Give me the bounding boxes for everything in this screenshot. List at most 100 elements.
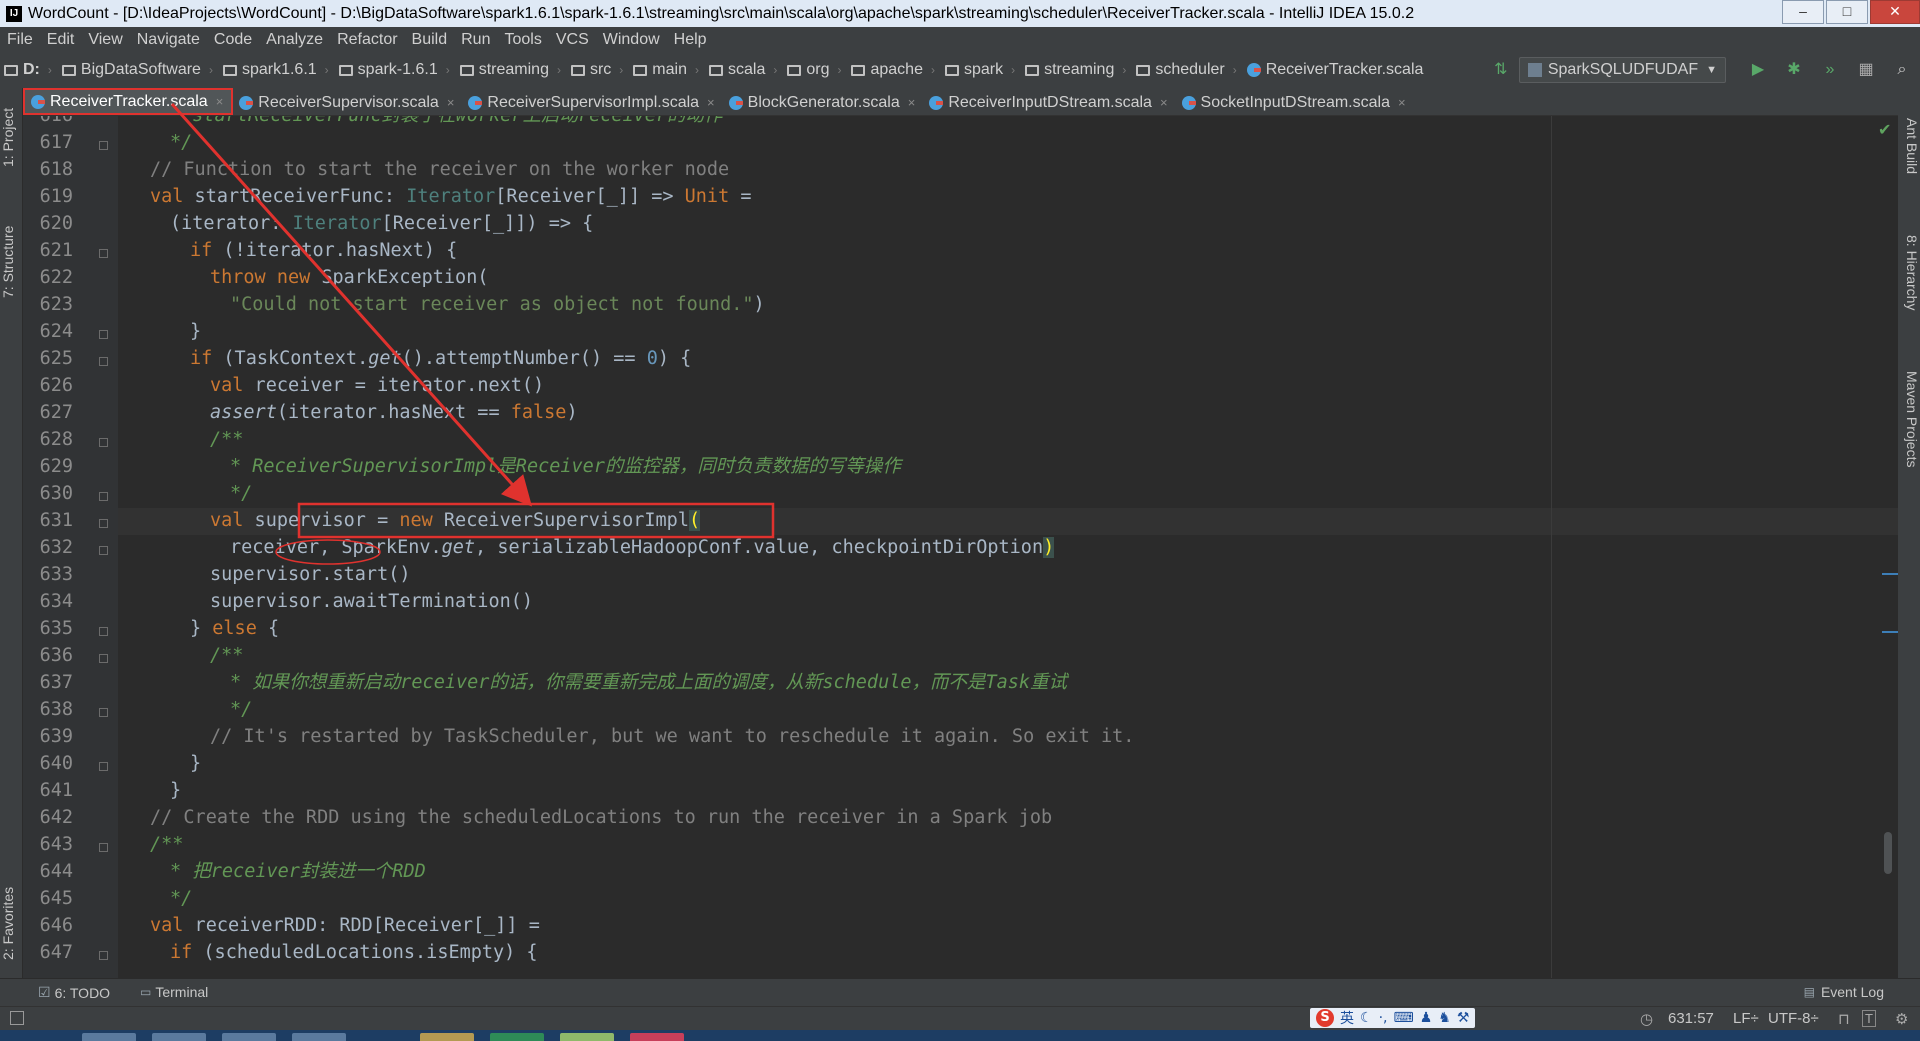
breadcrumb-org[interactable]: org › [783,61,847,79]
fold-marker-icon[interactable] [99,492,108,501]
search-icon[interactable]: ⌕ [1892,60,1912,80]
breadcrumb-file[interactable]: ReceiverTracker.scala [1243,61,1430,79]
inspection-profile-icon[interactable]: T [1862,1010,1876,1027]
moon-icon[interactable]: ☾ [1360,1010,1373,1026]
maven-projects-tool-tab[interactable]: Maven Projects [1898,354,1920,484]
fold-marker-icon[interactable] [99,546,108,555]
notifications-icon[interactable]: ⚙ [1895,1010,1908,1028]
menu-view[interactable]: View [81,31,129,49]
close-icon[interactable]: × [908,95,916,110]
menu-tools[interactable]: Tools [497,31,548,49]
breadcrumb-streaming-2[interactable]: streaming › [1021,61,1132,79]
taskbar-app[interactable] [490,1033,544,1041]
favorites-tool-tab[interactable]: 2: Favorites [0,868,22,978]
project-structure-icon[interactable]: ▦ [1856,60,1876,80]
tab-receivertracker[interactable]: ReceiverTracker.scala × [23,88,234,115]
terminal-tool-button[interactable]: ▭ Terminal [140,984,208,1000]
menu-navigate[interactable]: Navigate [130,31,207,49]
fold-marker-icon[interactable] [99,951,108,960]
fold-marker-icon[interactable] [99,141,108,150]
project-tool-tab[interactable]: 1: Project [0,92,22,182]
taskbar-app[interactable] [152,1033,206,1041]
close-icon[interactable]: × [216,94,224,109]
minimize-button[interactable]: – [1782,0,1824,24]
fold-marker-icon[interactable] [99,843,108,852]
breadcrumb-scheduler[interactable]: scheduler › [1132,61,1242,79]
ime-mode[interactable]: 英 [1340,1008,1354,1028]
close-icon[interactable]: × [1160,95,1168,110]
hierarchy-tool-tab[interactable]: 8: Hierarchy [1898,208,1920,338]
ant-build-tool-tab[interactable]: Ant Build [1898,96,1920,196]
coverage-icon[interactable]: » [1820,60,1840,80]
breadcrumb-spark-1-6-1[interactable]: spark-1.6.1 › [335,61,456,79]
tool-windows-toggle-icon[interactable] [10,1011,24,1025]
caret-position[interactable]: 631:57 [1668,1010,1714,1027]
menu-analyze[interactable]: Analyze [259,31,330,49]
maximize-button[interactable]: □ [1826,0,1868,24]
menu-run[interactable]: Run [454,31,497,49]
run-icon[interactable]: ▶ [1748,60,1768,80]
menu-help[interactable]: Help [667,31,714,49]
breadcrumb-drive[interactable]: D: › [0,61,58,79]
fold-marker-icon[interactable] [99,519,108,528]
menu-refactor[interactable]: Refactor [330,31,404,49]
breadcrumb-main[interactable]: main › [629,61,705,79]
fold-marker-icon[interactable] [99,330,108,339]
user-icon[interactable]: ♟ [1420,1010,1433,1026]
code-editor[interactable]: ✔ * startReceiverFunc封装了在worker上启动receiv… [118,116,1898,978]
breadcrumb-scala[interactable]: scala › [705,61,783,79]
menu-file[interactable]: File [0,31,40,49]
memory-indicator-icon[interactable]: ◷ [1640,1010,1653,1028]
wrench-icon[interactable]: ⚒ [1457,1010,1470,1026]
taskbar-app[interactable] [222,1033,276,1041]
breadcrumb-streaming[interactable]: streaming › [456,61,567,79]
menu-window[interactable]: Window [596,31,667,49]
scrollbar-marker[interactable] [1882,631,1898,633]
shirt-icon[interactable]: ♞ [1438,1010,1451,1026]
keyboard-icon[interactable]: ⌨ [1393,1010,1413,1026]
scrollbar-marker[interactable] [1882,573,1898,575]
breadcrumb-apache[interactable]: apache › [847,61,941,79]
tab-receiverinputdstream[interactable]: ReceiverInputDStream.scala × [923,90,1175,115]
breadcrumb-src[interactable]: src › [567,61,629,79]
file-encoding[interactable]: UTF-8÷ [1768,1010,1819,1027]
tab-socketinputdstream[interactable]: SocketInputDStream.scala × [1176,90,1414,115]
run-configuration-select[interactable]: SparkSQLUDFUDAF ▼ [1518,57,1726,83]
fold-marker-icon[interactable] [99,708,108,717]
close-icon[interactable]: × [1398,95,1406,110]
menu-vcs[interactable]: VCS [549,31,596,49]
fold-marker-icon[interactable] [99,654,108,663]
fold-marker-icon[interactable] [99,762,108,771]
menu-code[interactable]: Code [207,31,259,49]
todo-tool-button[interactable]: ☑ 6: TODO [38,984,110,1001]
tab-blockgenerator[interactable]: BlockGenerator.scala × [723,90,924,115]
make-project-icon[interactable]: ⇅ [1491,60,1511,80]
taskbar-app[interactable] [630,1033,684,1041]
taskbar-app[interactable] [292,1033,346,1041]
taskbar-app[interactable] [82,1033,136,1041]
close-icon[interactable]: × [447,95,455,110]
taskbar-app[interactable] [420,1033,474,1041]
fold-marker-icon[interactable] [99,438,108,447]
close-icon[interactable]: × [707,95,715,110]
structure-tool-tab[interactable]: 7: Structure [0,206,22,318]
ime-toolbar[interactable]: S 英 ☾ ·, ⌨ ♟ ♞ ⚒ [1310,1008,1476,1028]
menu-edit[interactable]: Edit [40,31,82,49]
inspection-ok-icon[interactable]: ✔ [1878,120,1891,139]
line-number-gutter[interactable]: 616 617 618 619 620 621 622 623 624 625 … [23,116,118,978]
breadcrumb-spark161[interactable]: spark1.6.1 › [219,61,335,79]
lock-icon[interactable]: ⊓ [1838,1010,1850,1028]
line-separator[interactable]: LF÷ [1733,1010,1759,1027]
fold-marker-icon[interactable] [99,249,108,258]
fold-marker-icon[interactable] [99,357,108,366]
tab-receiversupervisorimpl[interactable]: ReceiverSupervisorImpl.scala × [462,90,722,115]
event-log-button[interactable]: ▤ Event Log [1804,984,1884,1000]
debug-icon[interactable]: ✱ [1784,60,1804,80]
breadcrumb-bigdatasoftware[interactable]: BigDataSoftware › [58,61,219,79]
menu-build[interactable]: Build [405,31,455,49]
taskbar-app[interactable] [560,1033,614,1041]
fold-marker-icon[interactable] [99,627,108,636]
vertical-scrollbar-thumb[interactable] [1884,832,1892,874]
tab-receiversupervisor[interactable]: ReceiverSupervisor.scala × [233,90,462,115]
close-button[interactable]: ✕ [1870,0,1920,24]
